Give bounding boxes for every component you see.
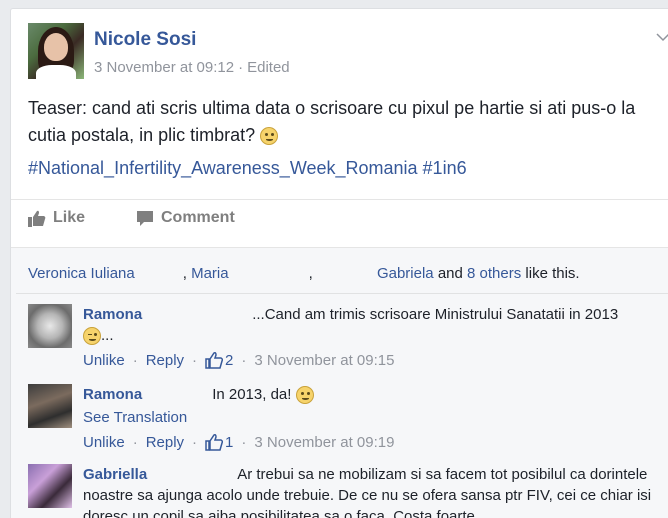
comment-timestamp[interactable]: 3 November at 09:19 [254, 432, 394, 453]
others-link[interactable]: 8 others [467, 265, 521, 282]
action-separator: · [241, 434, 247, 451]
comment-timestamp[interactable]: 3 November at 09:15 [254, 350, 394, 371]
comment-button[interactable]: Comment [136, 209, 235, 227]
post-text-content: Teaser: cand ati scris ultima data o scr… [28, 98, 636, 145]
commenter-name[interactable]: Ramona [83, 306, 142, 323]
post-timestamp[interactable]: 3 November at 09:12 [94, 59, 234, 76]
see-translation-link[interactable]: See Translation [83, 407, 663, 428]
comment-text: Ar trebui sa ne mobilizam si sa facem to… [83, 466, 652, 518]
comment-text: ...Cand am trimis scrisoare Ministrului … [252, 306, 619, 323]
thumbs-up-outline-icon [205, 434, 224, 451]
commenter-avatar[interactable] [28, 384, 72, 428]
unlike-link[interactable]: Unlike [83, 432, 125, 453]
commenter-name[interactable]: Gabriella [83, 466, 147, 483]
comment-text: In 2013, da! [212, 386, 292, 403]
comment-text-continuation: ... [101, 327, 114, 344]
post-text: Teaser: cand ati scris ultima data o scr… [28, 95, 668, 149]
reply-link[interactable]: Reply [146, 350, 184, 371]
smile-emoji-icon [295, 386, 314, 405]
thumbs-up-icon [28, 210, 46, 227]
liker-2[interactable]: Maria [191, 265, 229, 282]
post-meta: 3 November at 09:12 · Edited [94, 59, 290, 76]
action-separator: · [132, 434, 138, 451]
chevron-down-icon[interactable] [656, 29, 668, 45]
author-avatar[interactable] [28, 23, 84, 79]
like-count-value: 2 [225, 352, 234, 369]
post-hashtags[interactable]: #National_Infertility_Awareness_Week_Rom… [28, 158, 467, 179]
like-label: Like [53, 209, 86, 226]
likes-and: and [437, 265, 463, 282]
wink-emoji-icon [83, 327, 101, 346]
action-separator: · [241, 352, 247, 369]
action-separator: · [192, 434, 198, 451]
unlike-link[interactable]: Unlike [83, 350, 125, 371]
divider [16, 293, 668, 294]
post-author-name[interactable]: Nicole Sosi [94, 29, 196, 51]
edited-label[interactable]: Edited [247, 59, 290, 76]
liker-3[interactable]: Gabriela [377, 265, 434, 282]
thumbs-up-outline-icon [205, 352, 224, 369]
comments-section: Veronica Iuliana, Maria, Gabriela and 8 … [11, 247, 668, 518]
comment-icon [137, 210, 153, 226]
action-separator: · [192, 352, 198, 369]
commenter-avatar[interactable] [28, 464, 72, 508]
commenter-name[interactable]: Ramona [83, 386, 142, 403]
smile-emoji-icon [260, 127, 279, 146]
commenter-avatar[interactable] [28, 304, 72, 348]
like-button[interactable]: Like [28, 209, 85, 227]
comment-like-count[interactable]: 2 [205, 350, 233, 371]
comment-label: Comment [161, 209, 235, 226]
divider [11, 199, 668, 200]
action-separator: · [132, 352, 138, 369]
likes-summary: Veronica Iuliana, Maria, Gabriela and 8 … [28, 265, 580, 282]
comment-like-count[interactable]: 1 [205, 432, 233, 453]
meta-separator: · [238, 59, 244, 76]
like-count-value: 1 [225, 434, 234, 451]
post-card: Nicole Sosi 3 November at 09:12 · Edited T… [10, 8, 668, 518]
likes-suffix: like this. [525, 265, 580, 282]
liker-1[interactable]: Veronica Iuliana [28, 265, 135, 282]
reply-link[interactable]: Reply [146, 432, 184, 453]
